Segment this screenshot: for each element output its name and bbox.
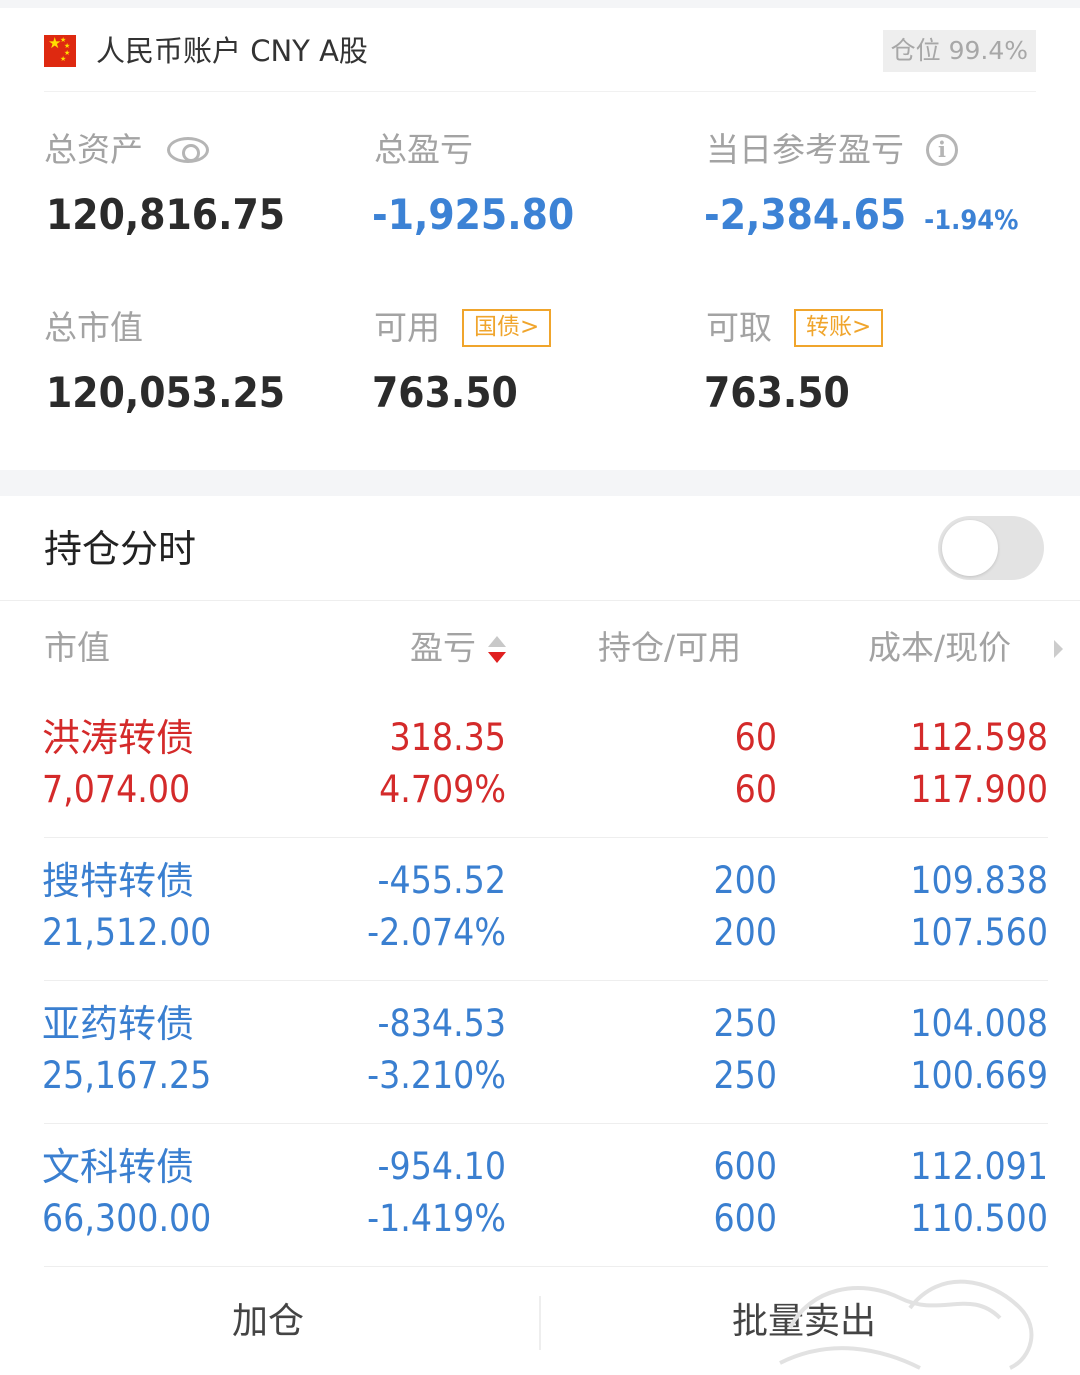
account-title[interactable]: 人民币账户 CNY A股 bbox=[96, 30, 368, 72]
divider bbox=[0, 600, 1080, 601]
column-pl-label: 盈亏 bbox=[410, 628, 476, 667]
bond-available: 250 bbox=[713, 1054, 777, 1097]
bond-name: 亚药转债 bbox=[42, 1002, 195, 1046]
market-value-label: 总市值 bbox=[44, 308, 143, 347]
bond-available: 600 bbox=[713, 1197, 777, 1240]
bond-name: 搜特转债 bbox=[42, 859, 195, 903]
bond-price: 110.500 bbox=[910, 1197, 1048, 1240]
bond-pl-pct: -1.419% bbox=[367, 1197, 506, 1240]
bond-qty: 600 bbox=[713, 1145, 777, 1188]
bond-qty: 200 bbox=[713, 859, 777, 902]
bond-price: 100.669 bbox=[910, 1054, 1048, 1097]
bond-available: 200 bbox=[713, 911, 777, 954]
treasury-bond-link[interactable]: 国债> bbox=[462, 309, 552, 347]
available-label: 可用 bbox=[374, 308, 440, 347]
bond-pl: -834.53 bbox=[377, 1002, 506, 1045]
column-qty: 持仓/可用 bbox=[598, 628, 742, 667]
bond-qty: 60 bbox=[734, 716, 777, 759]
bond-qty: 250 bbox=[713, 1002, 777, 1045]
bond-cost: 104.008 bbox=[910, 1002, 1048, 1045]
divider bbox=[44, 1266, 1048, 1267]
table-row[interactable]: 文科转债 66,300.00 -954.10 -1.419% 600 600 1… bbox=[0, 1124, 1080, 1267]
table-row[interactable]: 亚药转债 25,167.25 -834.53 -3.210% 250 250 1… bbox=[0, 981, 1080, 1124]
transfer-link[interactable]: 转账> bbox=[794, 309, 884, 347]
bond-pl: -954.10 bbox=[377, 1145, 506, 1188]
section-gap bbox=[0, 470, 1080, 496]
info-icon[interactable]: i bbox=[926, 134, 958, 166]
bond-name: 文科转债 bbox=[42, 1145, 195, 1189]
bond-name: 洪涛转债 bbox=[42, 716, 195, 760]
account-header: ★ ★ ★ ★ ★ 人民币账户 CNY A股 仓位 99.4% bbox=[0, 8, 1080, 92]
withdrawable-value: 763.50 bbox=[704, 368, 850, 417]
total-assets: 总资产 bbox=[44, 130, 209, 170]
watermark-icon bbox=[779, 1279, 1034, 1370]
total-assets-label: 总资产 bbox=[44, 130, 143, 169]
bond-pl-pct: 4.709% bbox=[379, 768, 506, 811]
bond-cost: 112.091 bbox=[910, 1145, 1048, 1188]
bond-market-value: 25,167.25 bbox=[42, 1054, 212, 1097]
bond-pl-pct: -2.074% bbox=[367, 911, 506, 954]
chevron-right-icon[interactable] bbox=[1054, 640, 1063, 658]
table-row[interactable]: 搜特转债 21,512.00 -455.52 -2.074% 200 200 1… bbox=[0, 838, 1080, 981]
table-row[interactable]: 洪涛转债 7,074.00 318.35 4.709% 60 60 112.59… bbox=[0, 695, 1080, 838]
holdings-title: 持仓分时 bbox=[44, 527, 197, 571]
sort-icon bbox=[488, 634, 506, 666]
daily-pl-value-group: -2,384.65 -1.94% bbox=[704, 190, 1019, 246]
daily-pl-value: -2,384.65 bbox=[704, 190, 907, 239]
bond-available: 60 bbox=[734, 768, 777, 811]
bond-cost: 109.838 bbox=[910, 859, 1048, 902]
market-value-value: 120,053.25 bbox=[46, 368, 286, 417]
bond-pl: -455.52 bbox=[377, 859, 506, 902]
divider bbox=[539, 1296, 541, 1350]
bond-cost: 112.598 bbox=[910, 716, 1048, 759]
bond-market-value: 21,512.00 bbox=[42, 911, 212, 954]
add-position-button[interactable]: 加仓 bbox=[232, 1298, 304, 1346]
bond-market-value: 66,300.00 bbox=[42, 1197, 212, 1240]
withdrawable-label: 可取 bbox=[706, 308, 772, 347]
daily-pl-pct: -1.94% bbox=[924, 205, 1019, 236]
bond-pl: 318.35 bbox=[389, 716, 506, 759]
column-market-value: 市值 bbox=[44, 628, 110, 667]
eye-icon[interactable] bbox=[167, 137, 209, 163]
divider bbox=[44, 91, 1036, 92]
column-cost[interactable]: 成本/现价 bbox=[868, 626, 1011, 670]
bond-price: 117.900 bbox=[910, 768, 1048, 811]
daily-pl-label: 当日参考盈亏 bbox=[706, 130, 904, 169]
available: 可用 国债> bbox=[374, 308, 552, 348]
position-badge: 仓位 99.4% bbox=[882, 30, 1036, 72]
total-pl-value: -1,925.80 bbox=[372, 190, 575, 239]
withdrawable: 可取 转账> bbox=[706, 308, 884, 348]
bond-price: 107.560 bbox=[910, 911, 1048, 954]
column-pl[interactable]: 盈亏 bbox=[410, 626, 506, 670]
bond-market-value: 7,074.00 bbox=[42, 768, 191, 811]
total-pl-label: 总盈亏 bbox=[374, 130, 473, 169]
toggle-knob bbox=[942, 520, 998, 576]
total-assets-value: 120,816.75 bbox=[46, 190, 286, 239]
top-strip bbox=[0, 0, 1080, 8]
bond-pl-pct: -3.210% bbox=[367, 1054, 506, 1097]
available-value: 763.50 bbox=[372, 368, 518, 417]
holdings-intraday-toggle[interactable] bbox=[938, 516, 1044, 580]
daily-pl: 当日参考盈亏 i bbox=[706, 130, 958, 170]
cn-flag-icon: ★ ★ ★ ★ ★ bbox=[44, 35, 76, 67]
